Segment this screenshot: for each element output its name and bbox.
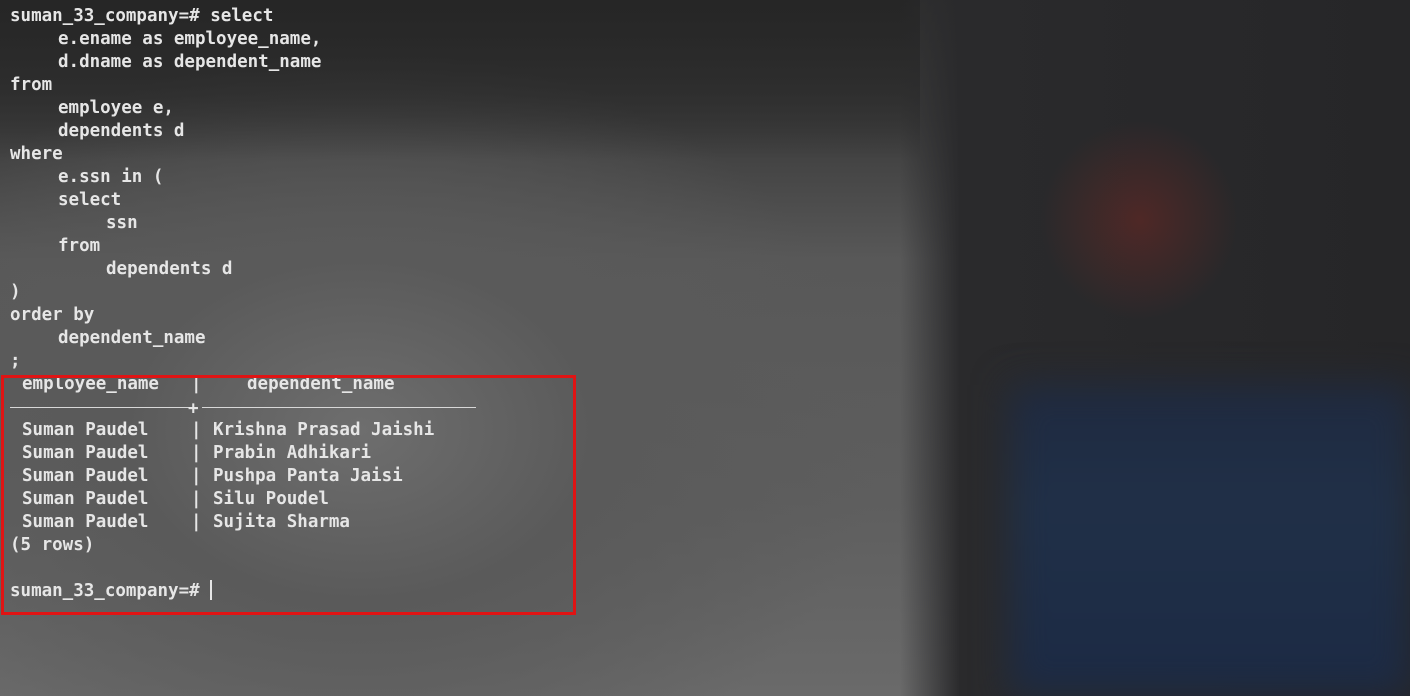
background-red-glow: [1040, 120, 1240, 320]
query-line: select: [210, 6, 274, 26]
query-line: from: [58, 236, 101, 256]
prompt-line: suman_33_company=# select: [10, 5, 434, 28]
query-line: ): [10, 282, 21, 302]
query-line: ;: [10, 351, 21, 371]
query-line: e.ssn in (: [58, 167, 164, 187]
query-line: ssn: [106, 213, 138, 233]
query-line: employee e,: [58, 98, 174, 118]
query-line: e.ename as employee_name,: [58, 29, 322, 49]
query-line: select: [58, 190, 122, 210]
query-line: from: [10, 75, 53, 95]
query-line: dependents d: [58, 121, 185, 141]
query-line: dependent_name: [58, 328, 206, 348]
query-line: d.dname as dependent_name: [58, 52, 322, 72]
query-line: order by: [10, 305, 95, 325]
result-highlight-box: [1, 375, 576, 615]
background-blue-block: [1010, 385, 1410, 696]
query-line: where: [10, 144, 63, 164]
query-line: dependents d: [106, 259, 233, 279]
prompt: suman_33_company=#: [10, 6, 200, 26]
